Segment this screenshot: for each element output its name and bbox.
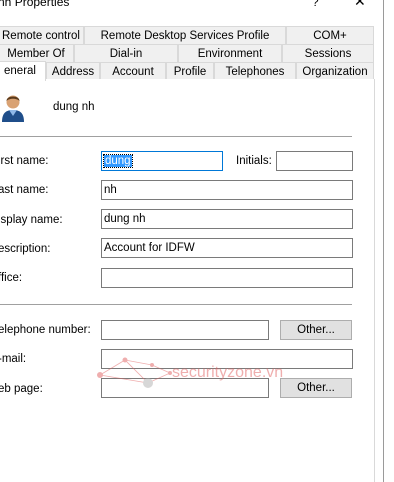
tab-environment[interactable]: Environment [178,44,282,62]
description-input[interactable]: Account for IDFW [101,238,353,258]
first-name-value: dung [103,154,133,168]
initials-label: Initials: [236,155,272,167]
tab-telephones[interactable]: Telephones [214,62,296,80]
user-display-name: dung nh [53,101,95,113]
tab-com-plus[interactable]: COM+ [286,26,374,44]
office-label: ffice: [0,272,23,284]
description-label: escription: [0,243,51,255]
tab-sessions[interactable]: Sessions [282,44,374,62]
webpage-label: eb page: [0,383,43,395]
separator-top [0,136,352,137]
separator-bottom [0,304,352,305]
close-button[interactable]: ✕ [354,0,366,10]
telephone-label: elephone number: [0,324,91,336]
window-title: g nh Properties [0,0,70,9]
user-icon [2,95,24,122]
telephone-input[interactable] [101,320,269,340]
email-label: -mail: [0,353,27,365]
title-bar: g nh Properties ? ✕ [0,0,383,12]
help-button[interactable]: ? [312,0,319,9]
display-name-label: isplay name: [0,214,63,226]
tab-account[interactable]: Account [100,62,166,80]
last-name-label: ast name: [0,184,49,196]
initials-input[interactable] [276,151,353,171]
office-input[interactable] [101,268,353,288]
tab-general[interactable]: eneral [0,61,46,81]
telephone-other-button[interactable]: Other... [280,320,352,340]
first-name-label: irst name: [0,155,49,167]
watermark-text: securityzone.vn [172,364,283,381]
tab-member-of[interactable]: Member Of [0,44,74,62]
first-name-input[interactable]: dung [101,151,223,171]
tab-address[interactable]: Address [46,62,100,80]
display-name-input[interactable]: dung nh [101,209,353,229]
tab-remote-control[interactable]: Remote control [0,26,84,44]
last-name-input[interactable]: nh [101,180,353,200]
window-border [383,0,384,482]
tab-profile[interactable]: Profile [166,62,214,80]
tab-remote-desktop-services-profile[interactable]: Remote Desktop Services Profile [84,26,286,44]
tab-organization[interactable]: Organization [296,62,374,80]
tab-dial-in[interactable]: Dial-in [74,44,178,62]
watermark: securityzone.vn [97,357,283,388]
